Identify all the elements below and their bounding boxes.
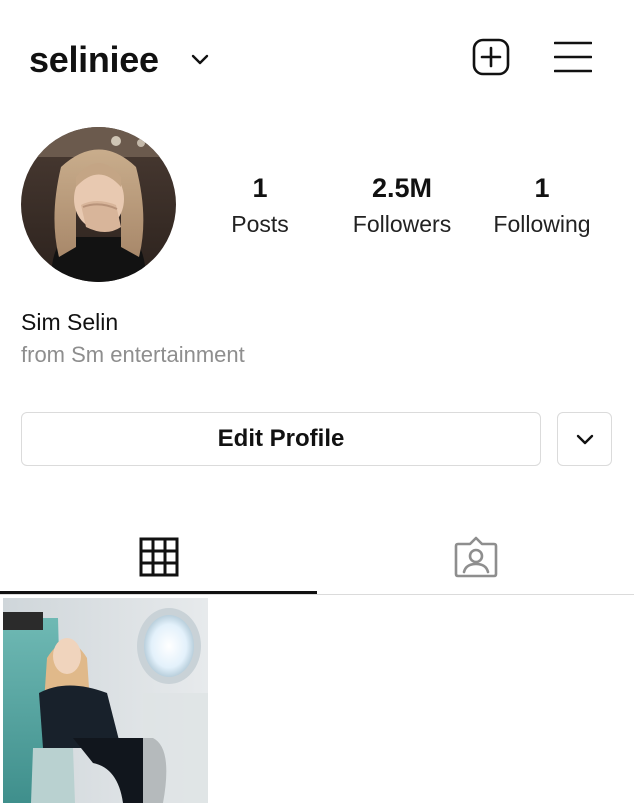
stat-posts[interactable]: 1 Posts [190,170,330,240]
tab-grid[interactable] [0,520,317,594]
edit-profile-button[interactable]: Edit Profile [21,412,541,466]
post-thumbnail[interactable] [3,598,208,803]
profile-full-name: Sim Selin [21,309,119,335]
add-post-icon[interactable] [472,38,510,76]
tab-divider [0,594,634,595]
stat-followers-value: 2.5M [371,173,433,203]
stat-followers[interactable]: 2.5M Followers [332,170,472,240]
chevron-down-icon[interactable] [190,52,210,68]
stat-posts-value: 1 [252,173,268,203]
grid-icon [139,537,178,577]
stat-followers-label: Followers [352,211,452,237]
tagged-icon [454,536,497,578]
stat-following-label: Following [493,211,591,237]
stat-posts-label: Posts [231,211,289,237]
profile-username[interactable]: seliniee [29,38,159,82]
stat-following[interactable]: 1 Following [472,170,612,240]
profile-avatar[interactable] [21,127,176,282]
tab-tagged[interactable] [317,520,634,594]
suggested-accounts-button[interactable] [557,412,612,466]
menu-icon[interactable] [554,40,592,74]
chevron-down-icon [576,434,593,445]
profile-bio: from Sm entertainment [21,342,245,367]
stat-following-value: 1 [534,173,550,203]
